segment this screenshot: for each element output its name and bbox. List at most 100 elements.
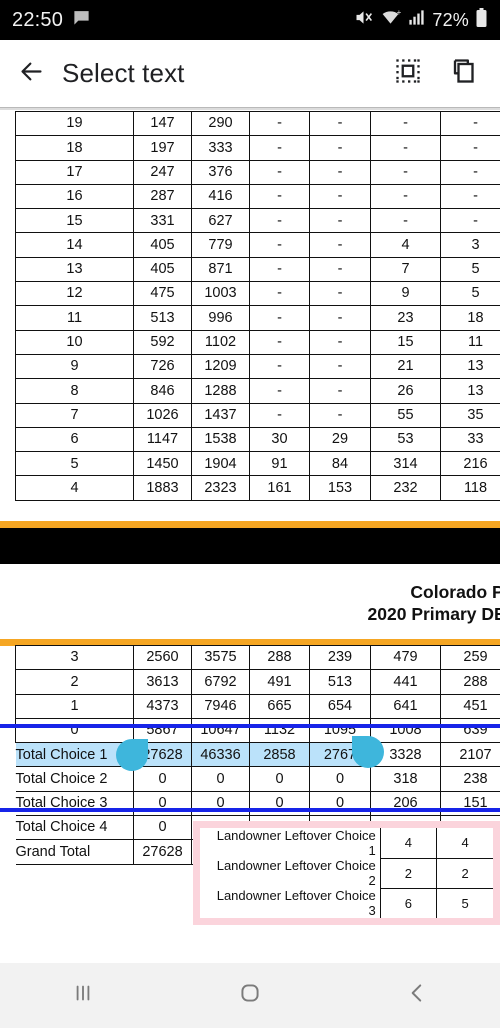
- table-cell[interactable]: 46336: [191, 742, 250, 768]
- table-row[interactable]: 12 475 1003- -9 5: [15, 281, 500, 307]
- table-cell[interactable]: 4: [15, 475, 134, 501]
- table-cell[interactable]: -: [249, 208, 310, 234]
- table-cell[interactable]: 239: [309, 644, 371, 671]
- table-cell[interactable]: -: [309, 402, 371, 428]
- table-cell[interactable]: 1102: [191, 329, 250, 355]
- table-cell[interactable]: -: [249, 353, 310, 380]
- table-cell[interactable]: 779: [191, 232, 250, 258]
- table-cell[interactable]: 23: [370, 305, 441, 331]
- table-cell[interactable]: 3: [440, 232, 500, 258]
- table-cell[interactable]: 1026: [133, 402, 192, 428]
- table-cell[interactable]: -: [440, 159, 500, 185]
- table-cell[interactable]: 479: [370, 644, 441, 671]
- table-cell[interactable]: 30: [249, 426, 310, 453]
- table-cell[interactable]: 15: [15, 208, 134, 234]
- table-cell[interactable]: 9: [370, 281, 441, 307]
- table-cell[interactable]: 1437: [191, 402, 250, 428]
- table-row[interactable]: 0 5867 10647 1132 1095 1008 639: [15, 717, 500, 744]
- table-cell[interactable]: 0: [249, 790, 310, 817]
- table-cell[interactable]: 10647: [191, 717, 250, 744]
- list-item[interactable]: Landowner Leftover Choice 222: [200, 857, 493, 889]
- table-cell[interactable]: 0: [133, 790, 192, 817]
- table-cell[interactable]: 6: [15, 426, 134, 453]
- table-cell[interactable]: 216: [440, 451, 500, 477]
- table-cell[interactable]: 3: [15, 644, 134, 671]
- table-cell[interactable]: 14: [15, 232, 134, 258]
- table-cell[interactable]: 206: [370, 790, 441, 817]
- table-cell[interactable]: 314: [370, 451, 441, 477]
- back-button[interactable]: [0, 40, 62, 107]
- table-cell[interactable]: -: [249, 378, 310, 404]
- table-cell[interactable]: 5: [440, 281, 500, 307]
- table-row[interactable]: 10 592 1102- -15 11: [15, 329, 500, 355]
- table-cell[interactable]: 161: [249, 475, 310, 501]
- table-cell[interactable]: 1288: [191, 378, 250, 404]
- table-cell[interactable]: 996: [191, 305, 250, 331]
- table-row[interactable]: 17 247 376- - - -: [15, 159, 500, 185]
- table-cell[interactable]: 288: [440, 669, 500, 695]
- table-cell[interactable]: 331: [133, 208, 192, 234]
- table-cell[interactable]: 7946: [191, 693, 250, 719]
- table-cell[interactable]: 11: [15, 305, 134, 331]
- table-row[interactable]: Total Choice 3 0 0 0 0 206 151: [15, 790, 500, 817]
- table-cell[interactable]: 197: [133, 135, 192, 161]
- table-cell[interactable]: 2323: [191, 475, 250, 501]
- selection-start-handle[interactable]: [116, 739, 148, 771]
- table-cell[interactable]: -: [249, 183, 310, 210]
- table-cell[interactable]: -: [309, 110, 371, 137]
- selection-end-handle[interactable]: [352, 736, 384, 768]
- table-cell[interactable]: 5: [440, 256, 500, 283]
- list-item[interactable]: Landowner Leftover Choice 365: [200, 887, 493, 918]
- table-cell[interactable]: 846: [133, 378, 192, 404]
- table-cell[interactable]: 654: [309, 693, 371, 719]
- table-cell[interactable]: -: [249, 110, 310, 137]
- table-cell[interactable]: -: [309, 232, 371, 258]
- table-cell[interactable]: 1008: [370, 717, 441, 744]
- table-cell[interactable]: 2858: [249, 742, 310, 768]
- table-cell[interactable]: 0: [133, 815, 192, 841]
- table-cell[interactable]: 1003: [191, 281, 250, 307]
- table-cell[interactable]: 441: [370, 669, 441, 695]
- table-row[interactable]: 8 846 1288- -26 13: [15, 378, 500, 404]
- table-cell[interactable]: 1209: [191, 353, 250, 380]
- table-cell[interactable]: -: [309, 159, 371, 185]
- table-cell[interactable]: -: [249, 305, 310, 331]
- table-cell[interactable]: -: [370, 159, 441, 185]
- table-cell[interactable]: -: [309, 378, 371, 404]
- table-cell[interactable]: 0: [191, 790, 250, 817]
- table-cell[interactable]: 147: [133, 110, 192, 137]
- table-cell[interactable]: -: [440, 135, 500, 161]
- table-cell[interactable]: 376: [191, 159, 250, 185]
- table-cell[interactable]: -: [249, 281, 310, 307]
- table-cell[interactable]: 12: [15, 281, 134, 307]
- table-row[interactable]: 7 1026 1437- -55 35: [15, 402, 500, 428]
- landowner-row-label[interactable]: Landowner Leftover Choice 3: [200, 888, 381, 918]
- table-cell[interactable]: 232: [370, 475, 441, 501]
- table-cell[interactable]: 53: [370, 426, 441, 453]
- table-row[interactable]: 13 405 871- -7 5: [15, 256, 500, 283]
- table-cell[interactable]: 513: [133, 305, 192, 331]
- table-row[interactable]: 6 1147 1538 30 29 53 33: [15, 426, 500, 453]
- table-row[interactable]: 19 147 290- - - -: [15, 110, 500, 137]
- table-cell[interactable]: 27628: [133, 839, 192, 865]
- table-cell[interactable]: -: [249, 402, 310, 428]
- table-row[interactable]: 2 3613 6792 491 513 441 288: [15, 669, 500, 695]
- document-viewport[interactable]: 19 147 290- - - -18 197 333- - - -17 247 376- - - -16 28…: [0, 107, 500, 955]
- table-cell[interactable]: -: [440, 183, 500, 210]
- table-cell[interactable]: 151: [440, 790, 500, 817]
- table-cell[interactable]: Total Choice 2: [15, 766, 134, 792]
- table-cell[interactable]: 3575: [191, 644, 250, 671]
- table-cell[interactable]: 513: [309, 669, 371, 695]
- table-cell[interactable]: 18: [15, 135, 134, 161]
- table-cell[interactable]: 0: [15, 717, 134, 744]
- table-cell[interactable]: 1904: [191, 451, 250, 477]
- table-cell[interactable]: 405: [133, 256, 192, 283]
- table-row[interactable]: 14 405 779- -4 3: [15, 232, 500, 258]
- table-cell[interactable]: 639: [440, 717, 500, 744]
- table-cell[interactable]: 1538: [191, 426, 250, 453]
- copy-button[interactable]: [448, 57, 476, 90]
- table-cell[interactable]: 153: [309, 475, 371, 501]
- table-cell[interactable]: -: [249, 232, 310, 258]
- table-cell[interactable]: 21: [370, 353, 441, 380]
- table-cell[interactable]: 10: [15, 329, 134, 355]
